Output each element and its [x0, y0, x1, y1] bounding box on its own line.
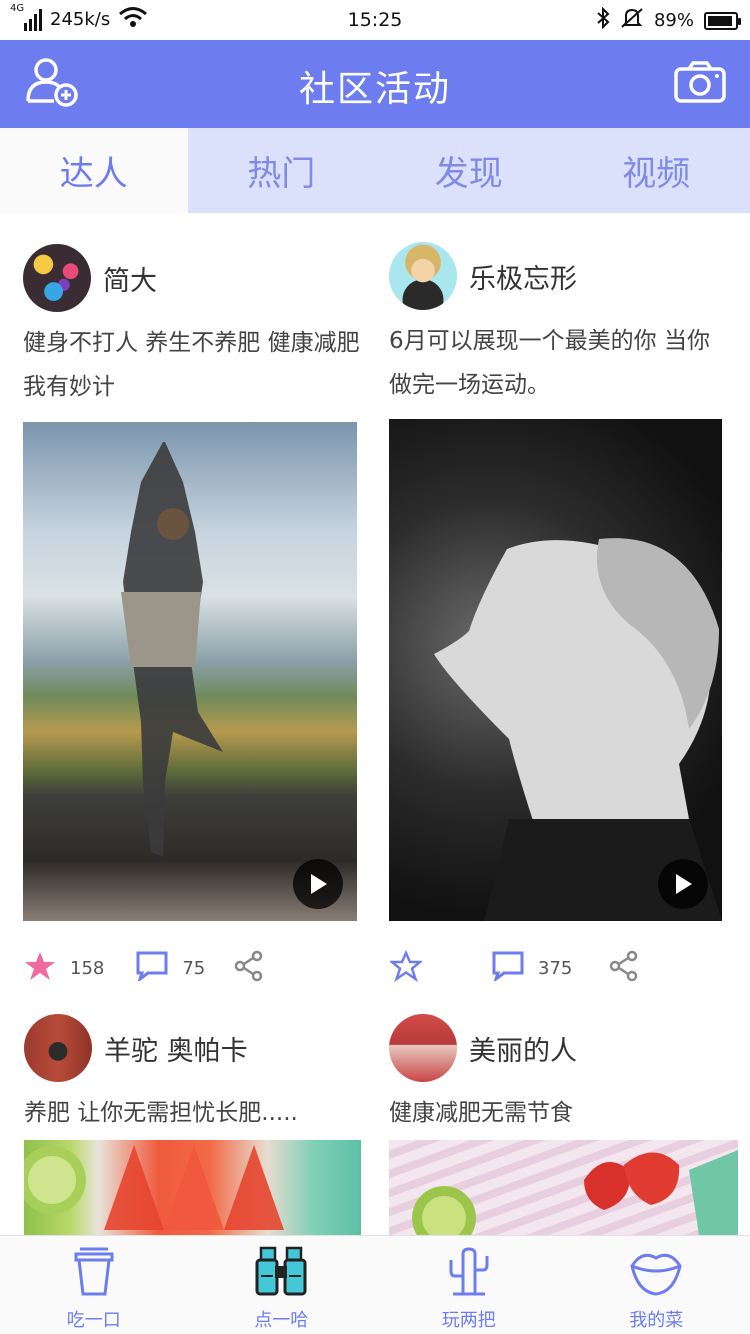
nav-item-play[interactable]: 玩两把 [375, 1236, 563, 1334]
post-actions: 375 [388, 949, 640, 987]
battery-icon [704, 11, 741, 30]
post-card[interactable]: 美丽的人 健康减肥无需节食 [389, 1013, 729, 1135]
bluetooth-icon [596, 6, 610, 34]
battery-percent: 89% [653, 10, 694, 31]
nav-item-mine[interactable]: 我的菜 [563, 1236, 750, 1334]
post-card[interactable]: 乐极忘形 6月可以展现一个最美的你 当你做完一场运动。 [389, 241, 729, 407]
comment-icon[interactable] [136, 951, 168, 986]
nav-label: 吃一口 [66, 1310, 121, 1331]
nav-label: 点一哈 [254, 1310, 309, 1331]
star-outline-icon[interactable] [388, 949, 424, 987]
play-icon [676, 874, 692, 894]
post-video[interactable] [23, 422, 357, 921]
comment-icon[interactable] [492, 951, 524, 986]
comment-count: 75 [182, 958, 206, 979]
tab-video[interactable]: 视频 [563, 128, 750, 213]
play-icon [311, 874, 327, 894]
app-header: 社区活动 [0, 40, 750, 128]
camera-button[interactable] [670, 54, 730, 114]
page-title: 社区活动 [298, 69, 451, 110]
binoculars-icon [253, 1246, 309, 1302]
status-right: 89% [596, 6, 741, 34]
feed[interactable]: 简大 健身不打人 养生不养肥 健康减肥我有妙计 158 75 乐极忘形 6月可以… [0, 213, 750, 1235]
nav-label: 玩两把 [441, 1310, 496, 1331]
nav-item-eat[interactable]: 吃一口 [0, 1236, 188, 1334]
cup-icon [68, 1246, 120, 1302]
play-button[interactable] [658, 859, 708, 909]
username[interactable]: 乐极忘形 [469, 257, 577, 296]
post-user[interactable]: 美丽的人 [389, 1013, 729, 1083]
tab-experts[interactable]: 达人 [0, 128, 188, 213]
post-user[interactable]: 乐极忘形 [389, 241, 729, 311]
category-tabs: 达人 热门 发现 视频 [0, 128, 750, 213]
nav-item-order[interactable]: 点一哈 [188, 1236, 376, 1334]
post-text: 健康减肥无需节食 [389, 1100, 573, 1126]
play-button[interactable] [293, 859, 343, 909]
status-bar: 4G 245k/s 15:25 89% [0, 0, 750, 40]
tab-hot[interactable]: 热门 [188, 128, 376, 213]
post-video[interactable] [389, 419, 722, 921]
post-card[interactable]: 简大 健身不打人 养生不养肥 健康减肥我有妙计 [23, 243, 363, 409]
tab-discover[interactable]: 发现 [375, 128, 563, 213]
share-icon[interactable] [233, 950, 265, 987]
post-text: 健身不打人 养生不养肥 健康减肥我有妙计 [23, 330, 360, 400]
like-count: 158 [70, 958, 105, 979]
post-image[interactable] [24, 1140, 361, 1235]
username[interactable]: 羊驼 奥帕卡 [104, 1029, 248, 1068]
cactus-icon [443, 1246, 495, 1302]
post-card[interactable]: 羊驼 奥帕卡 养肥 让你无需担忧长肥..... [24, 1013, 364, 1135]
post-user[interactable]: 羊驼 奥帕卡 [24, 1013, 364, 1083]
post-actions: 158 75 [24, 950, 265, 987]
avatar[interactable] [389, 242, 457, 310]
mute-icon [620, 7, 644, 34]
comment-count: 375 [538, 958, 573, 979]
lips-icon [628, 1246, 684, 1302]
post-image[interactable] [389, 1140, 738, 1235]
nav-label: 我的菜 [629, 1310, 684, 1331]
camera-icon [673, 60, 727, 108]
post-text: 养肥 让你无需担忧长肥..... [24, 1100, 298, 1126]
avatar[interactable] [23, 244, 91, 312]
post-text: 6月可以展现一个最美的你 当你做完一场运动。 [389, 328, 710, 398]
star-icon[interactable] [24, 950, 56, 987]
avatar[interactable] [389, 1014, 457, 1082]
bottom-nav: 吃一口 点一哈 玩两把 我的菜 [0, 1235, 750, 1334]
post-user[interactable]: 简大 [23, 243, 363, 313]
username[interactable]: 美丽的人 [469, 1029, 577, 1068]
username[interactable]: 简大 [103, 259, 157, 298]
avatar[interactable] [24, 1014, 92, 1082]
share-icon[interactable] [608, 950, 640, 987]
